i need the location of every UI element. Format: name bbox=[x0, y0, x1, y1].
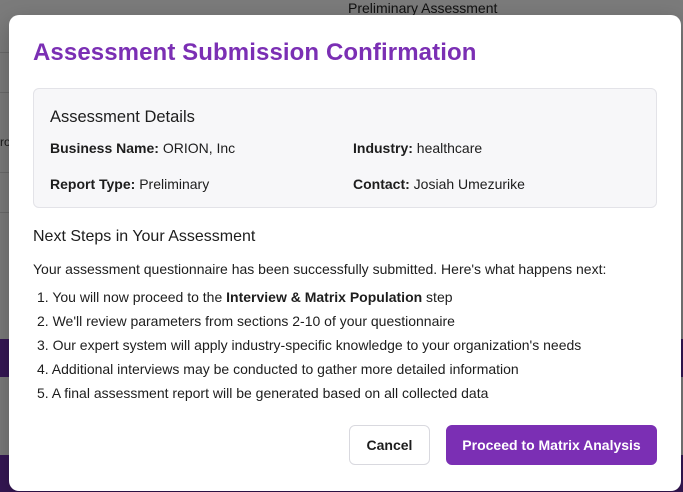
next-steps-heading: Next Steps in Your Assessment bbox=[33, 228, 256, 245]
business-name-value: ORION, Inc bbox=[162, 140, 236, 156]
industry-label: Industry: bbox=[353, 140, 413, 156]
next-steps-intro: Your assessment questionnaire has been s… bbox=[33, 261, 607, 277]
business-name-label: Business Name: bbox=[50, 140, 159, 156]
report-type-field: Report Type: Preliminary bbox=[50, 176, 209, 192]
details-heading: Assessment Details bbox=[50, 108, 195, 126]
step-emphasis: Interview & Matrix Population bbox=[226, 289, 423, 305]
assessment-details-card: Assessment Details Business Name: ORION,… bbox=[33, 88, 657, 208]
list-item: 5. A final assessment report will be gen… bbox=[37, 385, 489, 401]
step-text: step bbox=[422, 289, 453, 305]
industry-value: healthcare bbox=[416, 140, 483, 156]
contact-field: Contact: Josiah Umezurike bbox=[353, 176, 525, 192]
report-type-value: Preliminary bbox=[139, 176, 210, 192]
cancel-button[interactable]: Cancel bbox=[349, 425, 430, 465]
business-name-field: Business Name: ORION, Inc bbox=[50, 140, 235, 156]
list-item: 4. Additional interviews may be conducte… bbox=[37, 361, 519, 377]
contact-value: Josiah Umezurike bbox=[413, 176, 525, 192]
step-text: 1. You will now proceed to the bbox=[37, 289, 227, 305]
proceed-to-matrix-analysis-button[interactable]: Proceed to Matrix Analysis bbox=[446, 425, 657, 465]
list-item: 3. Our expert system will apply industry… bbox=[37, 337, 582, 353]
confirmation-dialog: Assessment Submission Confirmation Asses… bbox=[9, 15, 681, 491]
next-steps-list: 1. You will now proceed to the Interview… bbox=[37, 285, 581, 405]
list-item: 1. You will now proceed to the Interview… bbox=[37, 285, 581, 309]
list-item: 2. We'll review parameters from sections… bbox=[37, 313, 455, 329]
contact-label: Contact: bbox=[353, 176, 410, 192]
report-type-label: Report Type: bbox=[50, 176, 136, 192]
dialog-title: Assessment Submission Confirmation bbox=[33, 39, 477, 66]
industry-field: Industry: healthcare bbox=[353, 140, 482, 156]
